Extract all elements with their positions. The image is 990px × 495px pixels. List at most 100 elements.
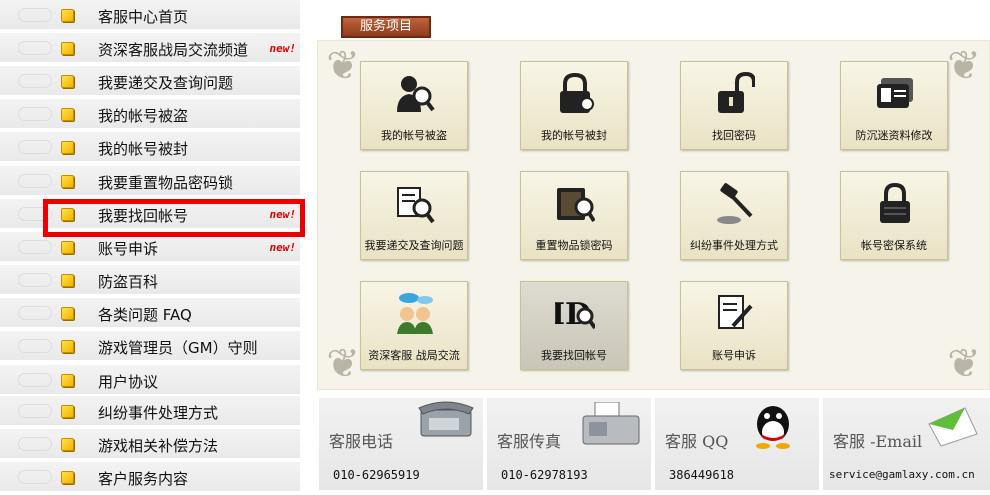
tile-label: 纠纷事件处理方式 — [690, 239, 778, 252]
sidebar-item-user-agreement[interactable]: 用户协议 — [0, 365, 300, 396]
tile-anti-addiction[interactable]: 防沉迷资料修改 — [840, 61, 948, 150]
main-content: 服务项目 ❦ ❦ ❦ ❦ 我的帐号被盗 我的帐号被封 找回密码 防沉迷资料修改 … — [317, 0, 990, 495]
locked-padlock-icon — [560, 72, 594, 113]
tile-reset-item-lock[interactable]: 重置物品锁密码 — [520, 171, 628, 260]
bullet-icon — [61, 241, 74, 254]
tile-recover-password[interactable]: 找回密码 — [680, 61, 788, 150]
sidebar-item-label: 我要找回帐号 — [98, 207, 189, 225]
sidebar-item-label: 客户服务内容 — [98, 470, 189, 488]
person-magnifier-icon — [397, 76, 435, 112]
swirl-ornament-icon — [18, 470, 52, 484]
swirl-ornament-icon — [18, 404, 52, 418]
tile-dispute-handling[interactable]: 纠纷事件处理方式 — [680, 171, 788, 260]
corner-ornament-icon: ❦ — [947, 341, 981, 387]
document-pen-icon — [718, 295, 753, 329]
tile-senior-cs-chat[interactable]: 资深客服 战局交流 — [360, 281, 468, 370]
tile-label: 帐号密保系统 — [861, 239, 927, 252]
new-badge: new! — [269, 42, 297, 55]
bullet-icon — [61, 9, 74, 22]
sidebar-item-submit-query[interactable]: 我要递交及查询问题 — [0, 66, 300, 97]
tile-label: 我的帐号被盗 — [381, 129, 447, 142]
bullet-icon — [61, 307, 74, 320]
id-card-icon — [877, 78, 913, 108]
gavel-icon — [717, 183, 753, 224]
swirl-ornament-icon — [18, 339, 52, 353]
bullet-icon — [61, 208, 74, 221]
bullet-icon — [61, 340, 74, 353]
contact-value: service@gamlaxy.com.cn — [829, 468, 975, 481]
sidebar-item-label: 我要重置物品密码锁 — [98, 174, 234, 192]
sidebar-item-label: 用户协议 — [98, 373, 159, 391]
sidebar-item-account-appeal[interactable]: 账号申诉 new! — [0, 232, 300, 263]
bullet-icon — [61, 471, 74, 484]
sidebar-item-home[interactable]: 客服中心首页 — [0, 0, 300, 31]
bullet-icon — [61, 42, 74, 55]
sidebar-item-senior-cs-channel[interactable]: 资深客服战局交流频道 new! — [0, 33, 300, 64]
tile-label: 我要递交及查询问题 — [364, 239, 464, 252]
telephone-icon — [418, 401, 474, 437]
contact-value: 386449618 — [669, 468, 735, 482]
sidebar-item-dispute-handling[interactable]: 纠纷事件处理方式 — [0, 396, 300, 427]
sidebar-item-label: 我的帐号被盗 — [98, 107, 189, 125]
new-badge: new! — [269, 241, 297, 254]
contact-title: 客服电话 — [329, 432, 394, 451]
sidebar-item-label: 游戏管理员（GM）守则 — [98, 339, 258, 357]
bullet-icon — [61, 175, 74, 188]
bullet-icon — [61, 75, 74, 88]
sidebar-item-recover-account[interactable]: 我要找回帐号 new! — [0, 199, 300, 230]
tile-account-banned[interactable]: 我的帐号被封 — [520, 61, 628, 150]
sidebar-item-reset-item-lock[interactable]: 我要重置物品密码锁 — [0, 166, 300, 197]
contact-title: 客服 -Email — [833, 432, 923, 451]
sidebar-item-label: 游戏相关补偿方法 — [98, 437, 219, 455]
swirl-ornament-icon — [18, 41, 52, 55]
sidebar-item-account-stolen[interactable]: 我的帐号被盗 — [0, 99, 300, 130]
sidebar-item-label: 资深客服战局交流频道 — [98, 41, 249, 59]
new-badge: new! — [269, 208, 297, 221]
swirl-ornament-icon — [18, 207, 52, 221]
sidebar-item-gm-rules[interactable]: 游戏管理员（GM）守则 — [0, 331, 300, 362]
swirl-ornament-icon — [18, 373, 52, 387]
document-magnifier-icon — [397, 187, 435, 224]
contact-qq: 客服 QQ 386449618 — [655, 398, 819, 490]
sidebar-item-label: 各类问题 FAQ — [98, 306, 192, 324]
sidebar-item-label: 我的帐号被封 — [98, 140, 189, 158]
contact-value: 010-62978193 — [501, 468, 588, 482]
sidebar-menu: 客服中心首页 资深客服战局交流频道 new! 我要递交及查询问题 我的帐号被盗 … — [0, 0, 305, 495]
bullet-icon — [61, 274, 74, 287]
swirl-ornament-icon — [18, 240, 52, 254]
swirl-ornament-icon — [18, 8, 52, 22]
swirl-ornament-icon — [18, 273, 52, 287]
envelope-icon — [928, 407, 978, 447]
tile-label: 我的帐号被封 — [541, 129, 607, 142]
sidebar-item-label: 纠纷事件处理方式 — [98, 404, 219, 422]
tab-services[interactable]: 服务项目 — [341, 16, 431, 38]
tile-label: 账号申诉 — [712, 349, 756, 362]
contact-email: 客服 -Email service@gamlaxy.com.cn — [823, 398, 990, 490]
contact-phone: 客服电话 010-62965919 — [319, 398, 483, 490]
sidebar-item-label: 账号申诉 — [98, 240, 159, 258]
tile-recover-account[interactable]: ID 我要找回帐号 — [520, 281, 628, 370]
tile-submit-query[interactable]: 我要递交及查询问题 — [360, 171, 468, 260]
tile-account-security[interactable]: 帐号密保系统 — [840, 171, 948, 260]
contact-fax: 客服传真 010-62978193 — [487, 398, 651, 490]
sidebar-item-account-banned[interactable]: 我的帐号被封 — [0, 132, 300, 163]
sidebar-item-faq[interactable]: 各类问题 FAQ — [0, 298, 300, 329]
swirl-ornament-icon — [18, 174, 52, 188]
tile-label: 资深客服 战局交流 — [368, 349, 460, 362]
id-magnifier-icon: ID — [555, 297, 595, 332]
sidebar-item-compensation[interactable]: 游戏相关补偿方法 — [0, 429, 300, 460]
tile-account-stolen[interactable]: 我的帐号被盗 — [360, 61, 468, 150]
contact-value: 010-62965919 — [333, 468, 420, 482]
swirl-ornament-icon — [18, 74, 52, 88]
chat-people-icon — [397, 293, 433, 334]
tile-account-appeal[interactable]: 账号申诉 — [680, 281, 788, 370]
swirl-ornament-icon — [18, 437, 52, 451]
sidebar-item-anti-theft-wiki[interactable]: 防盗百科 — [0, 265, 300, 296]
swirl-ornament-icon — [18, 306, 52, 320]
bullet-icon — [61, 374, 74, 387]
padlock-icon — [880, 182, 910, 223]
swirl-ornament-icon — [18, 140, 52, 154]
sidebar-item-service-content[interactable]: 客户服务内容 — [0, 462, 300, 493]
tile-label: 我要找回帐号 — [541, 349, 607, 362]
fax-machine-icon — [582, 402, 640, 445]
